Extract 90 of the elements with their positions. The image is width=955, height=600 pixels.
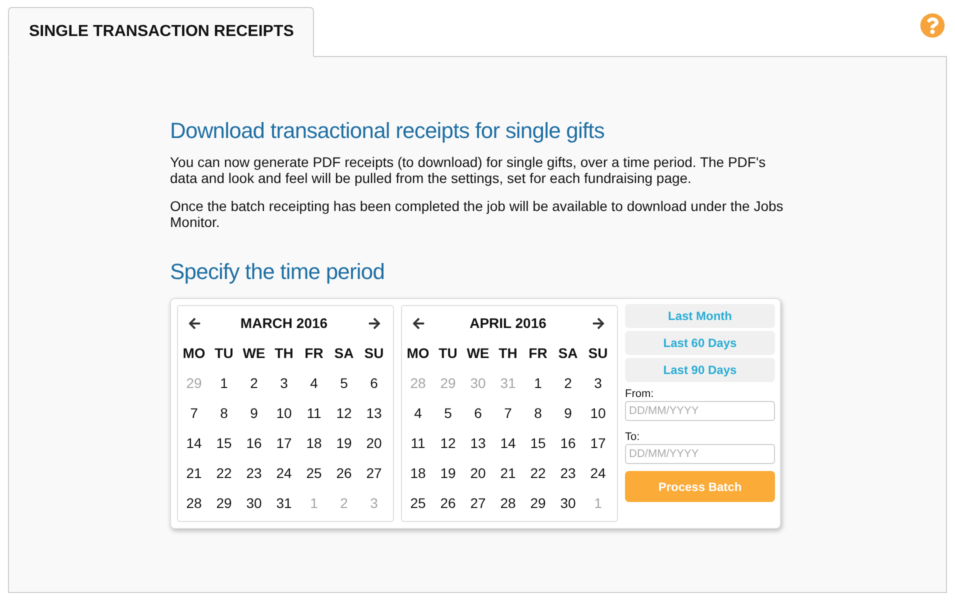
calendar-day[interactable]: 22 xyxy=(523,458,553,488)
calendar-day[interactable]: 7 xyxy=(179,398,209,428)
calendar-day[interactable]: 5 xyxy=(433,398,463,428)
calendar-day[interactable]: 2 xyxy=(553,368,583,398)
calendar-day[interactable]: 4 xyxy=(403,398,433,428)
calendar-day[interactable]: 30 xyxy=(239,488,269,518)
calendar-day[interactable]: 8 xyxy=(209,398,239,428)
calendar-day[interactable]: 14 xyxy=(493,428,523,458)
arrow-left-icon[interactable] xyxy=(188,316,200,330)
calendar-day[interactable]: 1 xyxy=(209,368,239,398)
weekday-label: TH xyxy=(274,344,294,363)
weekday-label: FR xyxy=(304,344,324,363)
calendar-day[interactable]: 6 xyxy=(359,368,389,398)
calendar-day[interactable]: 9 xyxy=(553,398,583,428)
calendar-day[interactable]: 26 xyxy=(329,458,359,488)
weekday-label: SU xyxy=(363,344,385,363)
calendar-day[interactable]: 17 xyxy=(583,428,613,458)
calendar-day[interactable]: 17 xyxy=(269,428,299,458)
weekday-label: SA xyxy=(557,344,579,363)
calendar-day[interactable]: 13 xyxy=(463,428,493,458)
weekday-label: MO xyxy=(406,344,430,363)
calendar-day[interactable]: 23 xyxy=(553,458,583,488)
calendar-day[interactable]: 8 xyxy=(523,398,553,428)
month-title: MARCH 2016 xyxy=(239,314,329,333)
calendar-day[interactable]: 21 xyxy=(493,458,523,488)
weekday-label: TU xyxy=(214,344,234,363)
calendar-day[interactable]: 27 xyxy=(463,488,493,518)
weekday-label: WE xyxy=(242,344,266,363)
calendar-day[interactable]: 13 xyxy=(359,398,389,428)
arrow-right-icon[interactable] xyxy=(592,316,604,330)
page-heading: Download transactional receipts for single gifts xyxy=(170,118,606,144)
section-heading: Specify the time period xyxy=(170,259,386,285)
calendar-day[interactable]: 12 xyxy=(433,428,463,458)
receipts-tab[interactable]: SINGLE TRANSACTION RECEIPTS xyxy=(8,7,314,57)
field-label: From: xyxy=(625,388,655,401)
calendar-day[interactable]: 15 xyxy=(209,428,239,458)
date-input-field[interactable]: DD/MM/YYYY xyxy=(625,401,775,421)
weekday-label: MO xyxy=(182,344,206,363)
calendar-day[interactable]: 20 xyxy=(463,458,493,488)
calendar-day[interactable]: 2 xyxy=(239,368,269,398)
calendar-day[interactable]: 16 xyxy=(553,428,583,458)
weekday-label: FR xyxy=(528,344,548,363)
calendar-day[interactable]: 1 xyxy=(523,368,553,398)
calendar-day[interactable]: 6 xyxy=(463,398,493,428)
calendar-day[interactable]: 3 xyxy=(583,368,613,398)
calendar-day[interactable]: 22 xyxy=(209,458,239,488)
arrow-left-icon[interactable] xyxy=(412,316,424,330)
weekday-label: WE xyxy=(466,344,490,363)
calendar-day[interactable]: 5 xyxy=(329,368,359,398)
calendar-day[interactable]: 31 xyxy=(269,488,299,518)
calendar-day[interactable]: 4 xyxy=(299,368,329,398)
weekday-label: TU xyxy=(438,344,458,363)
calendar-day[interactable]: 10 xyxy=(269,398,299,428)
calendar-day[interactable]: 11 xyxy=(403,428,433,458)
calendar-day[interactable]: 18 xyxy=(403,458,433,488)
calendar-day[interactable]: 24 xyxy=(583,458,613,488)
calendar-day[interactable]: 18 xyxy=(299,428,329,458)
weekday-label: SU xyxy=(587,344,609,363)
intro-paragraph: Once the batch receipting has been completed the job will be available to download under the Jobs Monitor. xyxy=(170,198,784,230)
calendar-day[interactable]: 25 xyxy=(403,488,433,518)
month-title: APRIL 2016 xyxy=(468,314,548,333)
calendar-day[interactable]: 26 xyxy=(433,488,463,518)
calendar-day[interactable]: 10 xyxy=(583,398,613,428)
weekday-label: TH xyxy=(498,344,518,363)
calendar-day[interactable]: 3 xyxy=(269,368,299,398)
calendar-day[interactable]: 21 xyxy=(179,458,209,488)
date-input-field[interactable]: DD/MM/YYYY xyxy=(625,444,775,464)
calendar-day[interactable]: 23 xyxy=(239,458,269,488)
calendar-day[interactable]: 11 xyxy=(299,398,329,428)
calendar-day[interactable]: 28 xyxy=(179,488,209,518)
weekday-label: SA xyxy=(333,344,355,363)
calendar-day[interactable]: 24 xyxy=(269,458,299,488)
calendar-day[interactable]: 27 xyxy=(359,458,389,488)
calendar-day[interactable]: 19 xyxy=(329,428,359,458)
calendar-day[interactable]: 9 xyxy=(239,398,269,428)
calendar-day[interactable]: 25 xyxy=(299,458,329,488)
calendar-day[interactable]: 28 xyxy=(493,488,523,518)
arrow-right-icon[interactable] xyxy=(368,316,380,330)
intro-paragraph: You can now generate PDF receipts (to download) for single gifts, over a time period. The PDF's data and look and feel will be pulled from the settings, set for each fundraising page. xyxy=(170,154,767,186)
calendar-day[interactable]: 29 xyxy=(523,488,553,518)
field-label: To: xyxy=(625,431,641,444)
calendar-day[interactable]: 12 xyxy=(329,398,359,428)
calendar-day[interactable]: 15 xyxy=(523,428,553,458)
calendar-day[interactable]: 14 xyxy=(179,428,209,458)
calendar-day[interactable]: 19 xyxy=(433,458,463,488)
calendar-day[interactable]: 20 xyxy=(359,428,389,458)
calendar-day[interactable]: 16 xyxy=(239,428,269,458)
calendar-day[interactable]: 7 xyxy=(493,398,523,428)
calendar-day[interactable]: 30 xyxy=(553,488,583,518)
calendar-day[interactable]: 29 xyxy=(209,488,239,518)
